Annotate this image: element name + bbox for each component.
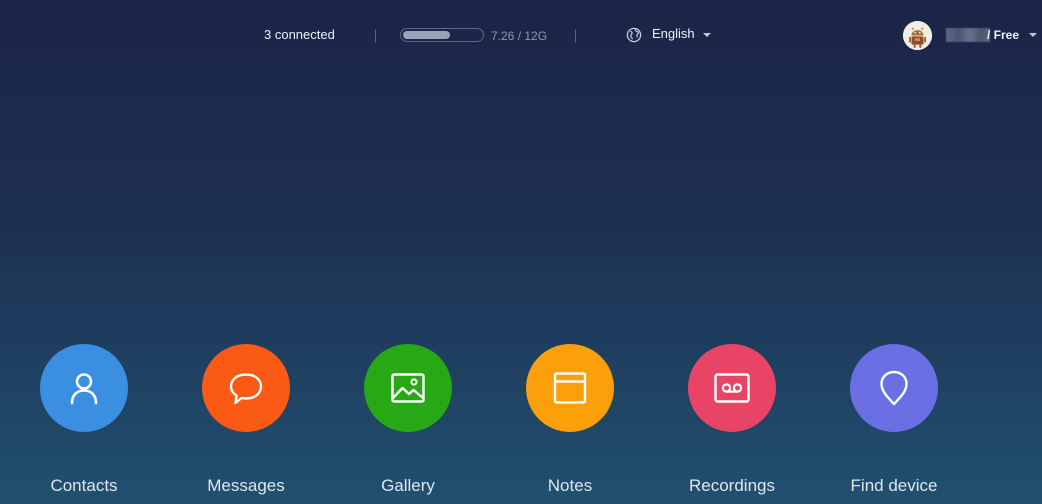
app-label: Notes (547, 476, 593, 495)
app-contacts[interactable]: Contacts (14, 344, 154, 504)
note-icon (553, 372, 587, 404)
app-label: Recordings (689, 476, 775, 495)
recorder-icon (714, 373, 750, 403)
app-find-device-circle (850, 344, 938, 432)
person-icon (70, 373, 98, 405)
app-find-device[interactable]: Find device (824, 344, 964, 504)
location-pin-icon (880, 370, 908, 406)
app-recordings-circle (688, 344, 776, 432)
app-gallery[interactable]: Gallery (338, 344, 478, 504)
app-messages-circle (202, 344, 290, 432)
app-launcher: Contacts Messages Gallery Notes Recordin… (0, 0, 1042, 504)
app-notes-circle (526, 344, 614, 432)
app-recordings[interactable]: Recordings (662, 344, 802, 504)
app-label: Find device (850, 476, 938, 495)
app-messages[interactable]: Messages (176, 344, 316, 504)
app-label: Messages (207, 476, 285, 495)
chat-bubble-icon (229, 373, 263, 405)
app-notes[interactable]: Notes (500, 344, 640, 504)
app-label: Contacts (50, 476, 118, 495)
app-gallery-circle (364, 344, 452, 432)
app-label: Gallery (381, 476, 435, 495)
app-contacts-circle (40, 344, 128, 432)
image-icon (391, 373, 425, 403)
